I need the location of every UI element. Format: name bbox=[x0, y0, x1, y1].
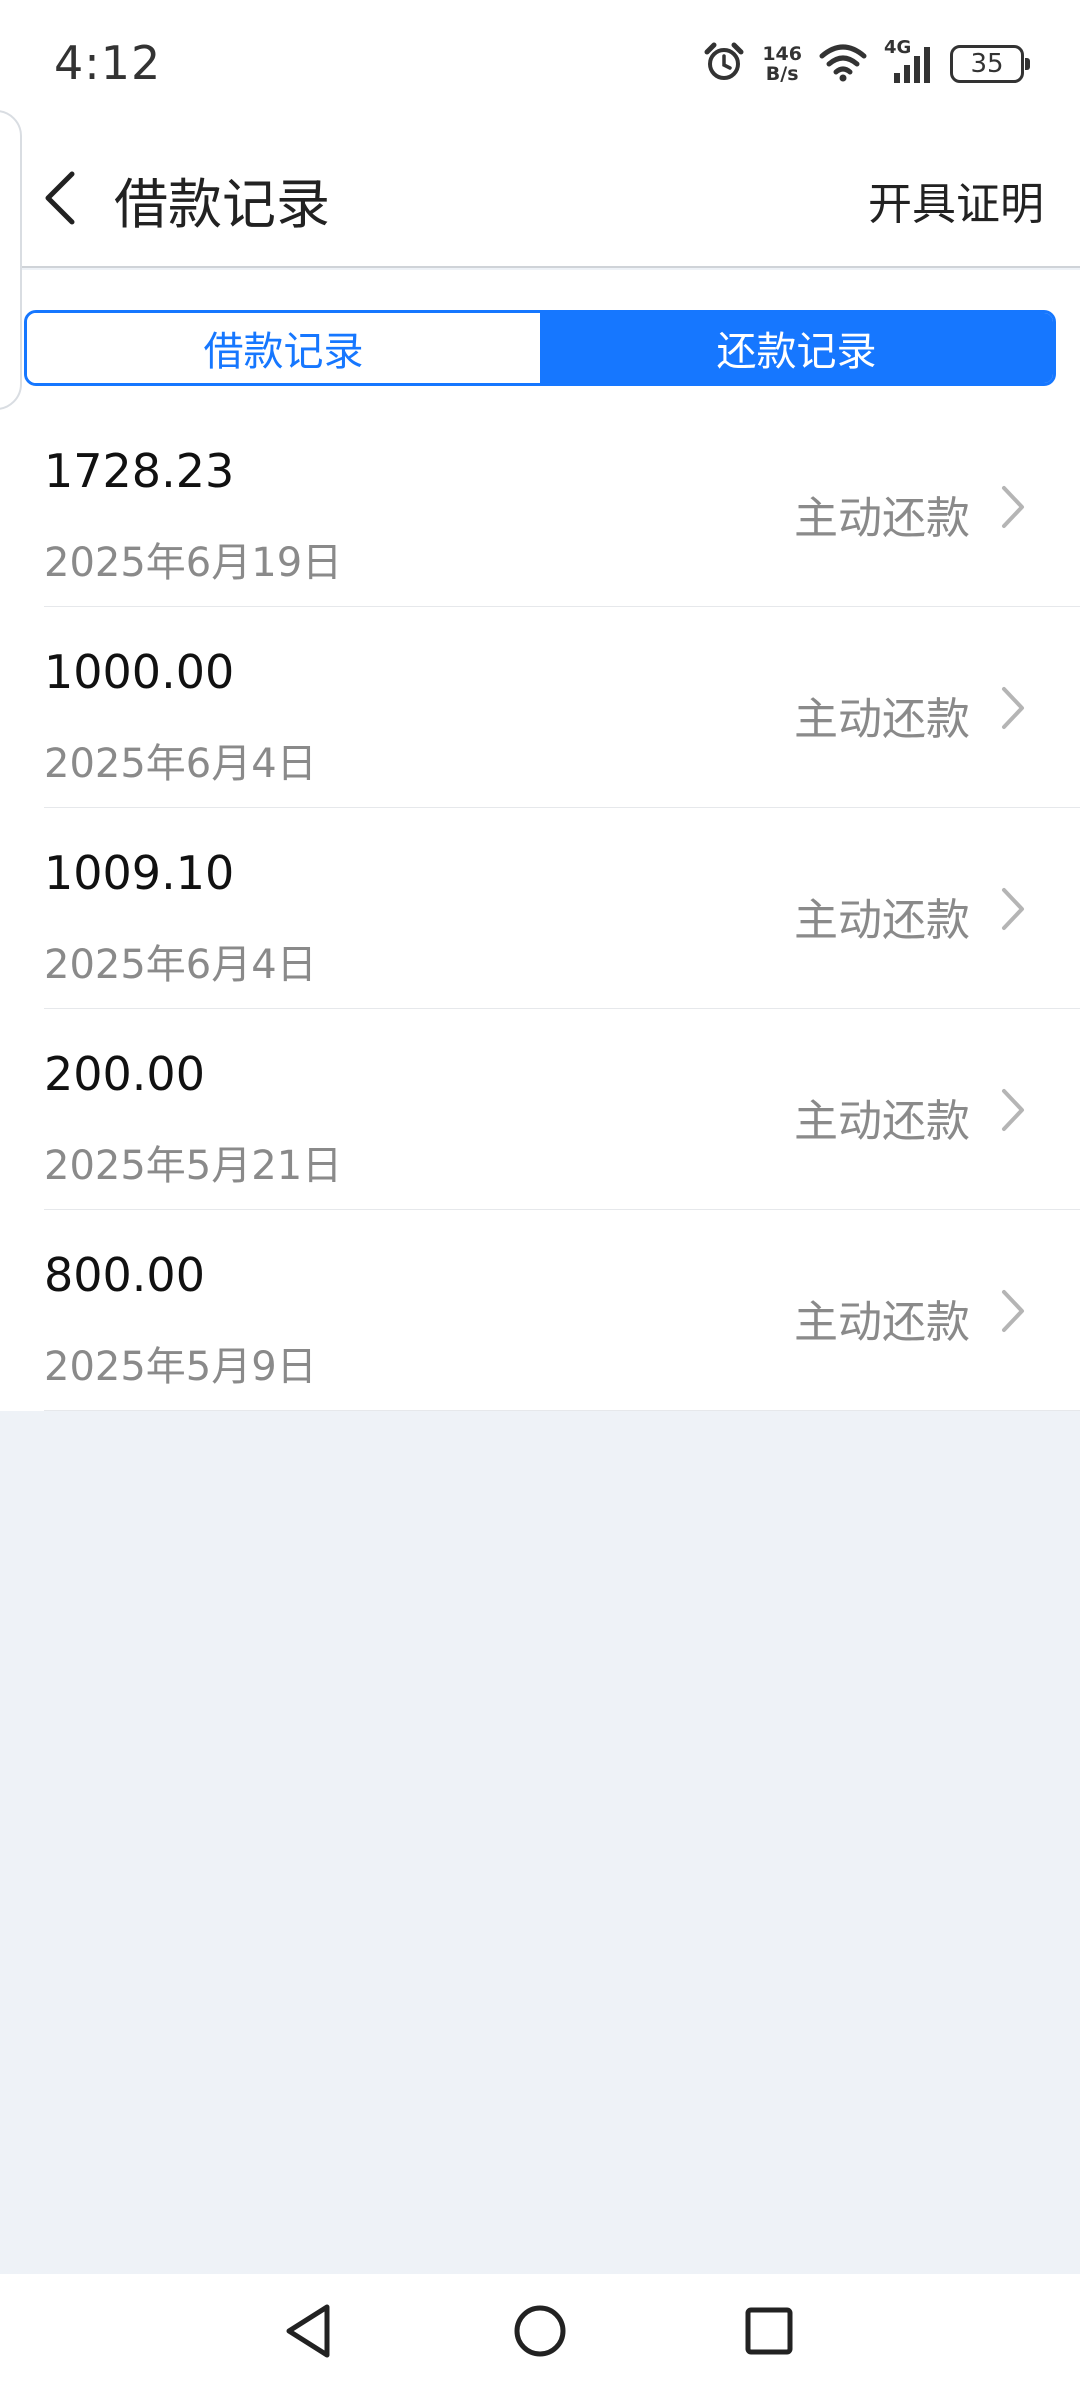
back-button[interactable] bbox=[30, 164, 90, 232]
repayment-record-list: 1728.23 2025年6月19日 主动还款 1000.00 2025年6月4… bbox=[0, 406, 1080, 1411]
record-type: 主动还款 bbox=[794, 895, 970, 946]
chevron-right-icon bbox=[1002, 486, 1024, 528]
issue-certificate-button[interactable]: 开具证明 bbox=[868, 168, 1044, 232]
alarm-icon bbox=[702, 40, 746, 88]
record-date: 2025年6月4日 bbox=[44, 942, 317, 988]
back-triangle-icon bbox=[286, 2304, 330, 2358]
record-amount: 800.00 bbox=[44, 1248, 205, 1302]
record-amount: 200.00 bbox=[44, 1047, 205, 1101]
top-app-bar: 借款记录 开具证明 bbox=[0, 128, 1080, 268]
network-speed-value: 146 bbox=[762, 43, 802, 65]
chevron-right-icon bbox=[1002, 687, 1024, 729]
record-amount: 1000.00 bbox=[44, 645, 235, 699]
phone-screen: 4:12 146 B/s 4G 35 借款记录 开具证明 借款记录 还款记录 1… bbox=[0, 0, 1080, 2388]
battery-icon: 35 bbox=[950, 45, 1030, 83]
tab-loan-records[interactable]: 借款记录 bbox=[27, 313, 540, 383]
record-date: 2025年5月9日 bbox=[44, 1344, 317, 1390]
chevron-right-icon bbox=[1002, 1290, 1024, 1332]
home-circle-icon bbox=[514, 2305, 566, 2357]
record-type: 主动还款 bbox=[794, 493, 970, 544]
nav-home-button[interactable] bbox=[505, 2296, 575, 2366]
nav-recents-button[interactable] bbox=[734, 2296, 804, 2366]
segmented-tabs: 借款记录 还款记录 bbox=[24, 310, 1056, 386]
chevron-right-icon bbox=[1002, 888, 1024, 930]
page-title: 借款记录 bbox=[114, 173, 330, 236]
wifi-icon bbox=[818, 42, 868, 86]
record-date: 2025年6月19日 bbox=[44, 540, 343, 586]
recents-square-icon bbox=[745, 2307, 793, 2355]
list-item[interactable]: 1009.10 2025年6月4日 主动还款 bbox=[0, 808, 1080, 1009]
chevron-right-icon bbox=[1002, 1089, 1024, 1131]
record-type: 主动还款 bbox=[794, 1297, 970, 1348]
status-icons: 146 B/s 4G 35 bbox=[702, 37, 1030, 90]
list-item[interactable]: 200.00 2025年5月21日 主动还款 bbox=[0, 1009, 1080, 1210]
system-nav-bar bbox=[0, 2274, 1080, 2388]
record-date: 2025年6月4日 bbox=[44, 741, 317, 787]
cellular-signal-icon: 4G bbox=[884, 37, 934, 85]
list-item[interactable]: 1000.00 2025年6月4日 主动还款 bbox=[0, 607, 1080, 808]
battery-level: 35 bbox=[970, 49, 1004, 79]
chevron-left-icon bbox=[45, 171, 75, 225]
tab-repayment-records[interactable]: 还款记录 bbox=[540, 313, 1053, 383]
record-type: 主动还款 bbox=[794, 694, 970, 745]
status-time: 4:12 bbox=[54, 36, 162, 90]
record-type: 主动还款 bbox=[794, 1096, 970, 1147]
tabs-area: 借款记录 还款记录 bbox=[0, 270, 1080, 406]
list-item[interactable]: 800.00 2025年5月9日 主动还款 bbox=[0, 1210, 1080, 1411]
network-speed: 146 B/s bbox=[762, 44, 802, 84]
side-floating-handle[interactable] bbox=[0, 110, 22, 410]
status-bar: 4:12 146 B/s 4G 35 bbox=[0, 0, 1080, 128]
nav-back-button[interactable] bbox=[274, 2296, 344, 2366]
list-item[interactable]: 1728.23 2025年6月19日 主动还款 bbox=[0, 406, 1080, 607]
network-speed-unit: B/s bbox=[765, 63, 799, 85]
record-date: 2025年5月21日 bbox=[44, 1143, 343, 1189]
network-type: 4G bbox=[884, 37, 912, 58]
record-amount: 1728.23 bbox=[44, 444, 235, 498]
record-amount: 1009.10 bbox=[44, 846, 235, 900]
